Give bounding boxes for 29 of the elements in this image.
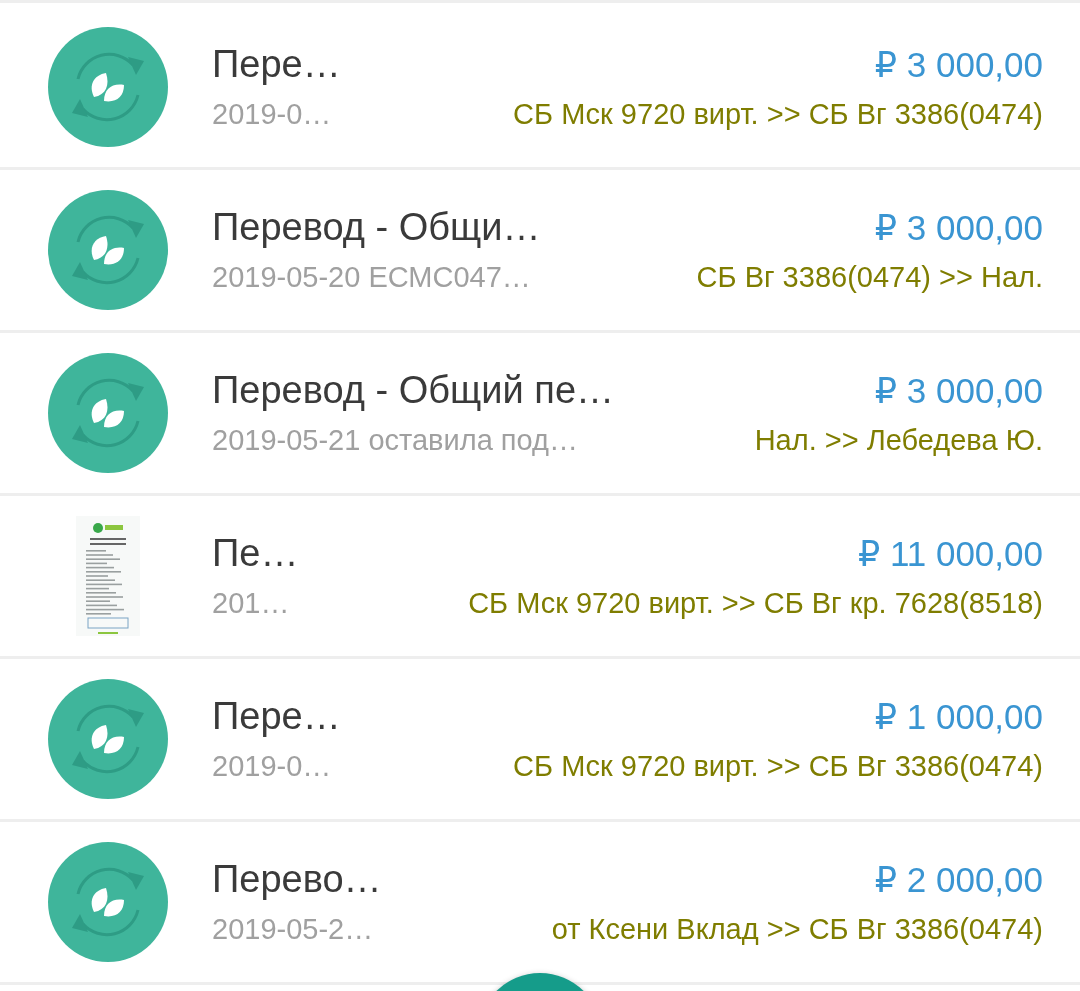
transaction-amount: ₽ 3 000,00 [874,208,1043,248]
transaction-amount: ₽ 3 000,00 [874,45,1043,85]
transaction-title: Перевод - Общий пе… [212,369,615,412]
transaction-date: 2019-05-21 оставила под… [212,424,578,457]
transaction-amount: ₽ 11 000,00 [857,534,1043,574]
transaction-date: 2019-0… [212,750,332,783]
transaction-title: Пере… [212,43,341,86]
transaction-date: 2019-0… [212,98,332,131]
transaction-accounts: Нал. >> Лебедева Ю. [754,424,1043,457]
transaction-title: Перевод - Общи… [212,206,541,249]
transaction-accounts: СБ Вг 3386(0474) >> Нал. [696,261,1043,294]
leaf-cycle-icon [48,190,168,310]
leaf-cycle-icon [48,679,168,799]
leaf-cycle-icon [48,27,168,147]
transaction-date: 2019-05-2… [212,913,374,946]
transaction-accounts: СБ Мск 9720 вирт. >> СБ Вг кр. 7628(8518) [468,587,1043,620]
transaction-date: 201… [212,587,290,620]
transaction-accounts: от Ксени Вклад >> СБ Вг 3386(0474) [551,913,1043,946]
transaction-accounts: СБ Мск 9720 вирт. >> СБ Вг 3386(0474) [513,98,1043,131]
transaction-amount: ₽ 3 000,00 [874,371,1043,411]
transaction-amount: ₽ 2 000,00 [874,860,1043,900]
transaction-title: Пе… [212,532,299,575]
leaf-cycle-icon [48,353,168,473]
transaction-date: 2019-05-20 ЕСМС047… [212,261,531,294]
transaction-amount: ₽ 1 000,00 [874,697,1043,737]
transaction-title: Пере… [212,695,341,738]
transaction-accounts: СБ Мск 9720 вирт. >> СБ Вг 3386(0474) [513,750,1043,783]
transaction-title: Перево… [212,858,382,901]
leaf-cycle-icon [48,842,168,962]
